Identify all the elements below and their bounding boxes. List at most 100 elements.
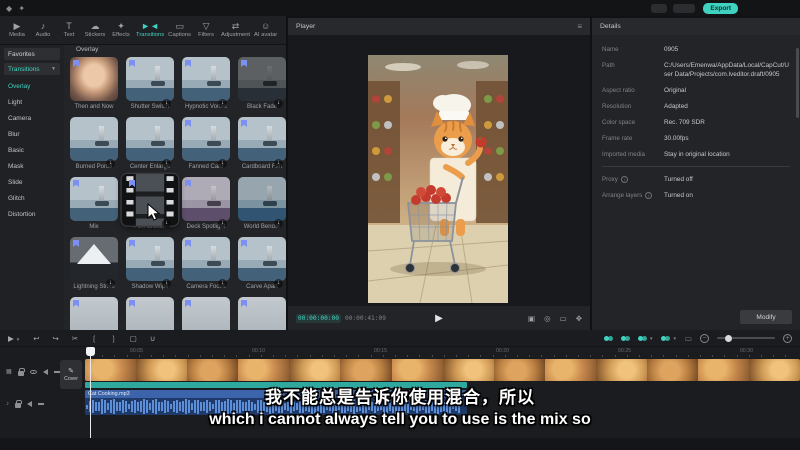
transition-card-burned-portal[interactable]: ↓Burned Portal: [70, 117, 118, 171]
sidebar-item-camera[interactable]: Camera: [0, 110, 64, 126]
lock-icon[interactable]: [15, 403, 21, 408]
transition-card-shadow-wipe[interactable]: ↓Shadow Wipe: [126, 237, 174, 291]
transition-card-black-fade[interactable]: ↓Black Fade: [238, 57, 286, 111]
sidebar-item-basic[interactable]: Basic: [0, 142, 64, 158]
transition-card-cardboard-fan[interactable]: ↓Cardboard Fan: [238, 117, 286, 171]
redo-icon[interactable]: ↪: [53, 334, 59, 343]
transition-card-world-bender[interactable]: ↓World Bender: [238, 177, 286, 231]
player-menu-icon[interactable]: ≡: [577, 22, 582, 31]
sidebar-item-overlay[interactable]: Overlay: [0, 78, 64, 94]
transition-card-camera-focus[interactable]: ↓Camera Focus: [182, 237, 230, 291]
select-tool-icon[interactable]: ▶▼: [8, 334, 20, 343]
video-preview[interactable]: [368, 55, 508, 303]
sidebar-item-distortion[interactable]: Distortion: [0, 206, 64, 222]
timeline-ruler[interactable]: 00:0500:1000:1500:2000:2500:30: [0, 347, 800, 358]
toolbar-item-captions[interactable]: ▭Captions: [166, 21, 193, 39]
zoom-in-button[interactable]: +: [783, 334, 792, 343]
toolbar-item-text[interactable]: TText: [56, 21, 82, 39]
sidebar-item-glitch[interactable]: Glitch: [0, 190, 64, 206]
ruler-tick: [358, 355, 359, 357]
transition-card-deck-spotlight[interactable]: ↓Deck Spotlight: [182, 177, 230, 231]
transition-card-lightning-strike[interactable]: ↓Lightning Strike: [70, 237, 118, 291]
toolbar-item-stickers[interactable]: ☁Stickers: [82, 21, 108, 39]
toolbar-item-filters[interactable]: ▽Filters: [193, 21, 219, 39]
fullscreen-icon[interactable]: ✥: [576, 314, 582, 323]
ruler-tick: [578, 355, 579, 357]
undo-icon[interactable]: ↩: [33, 334, 39, 343]
download-icon: ↓: [162, 99, 171, 108]
play-button[interactable]: ▶: [435, 313, 443, 324]
toolbar-item-audio[interactable]: ♪Audio: [30, 21, 56, 39]
transition-card-partial[interactable]: [126, 297, 174, 330]
transition-card-film-broken[interactable]: ↓Film Broken: [126, 177, 174, 231]
audio-clip[interactable]: Cat Cooking.mp3: [85, 390, 467, 415]
waveform-bar: [302, 400, 304, 414]
sidebar-item-blur[interactable]: Blur: [0, 126, 64, 142]
toolbar-item-label: Text: [64, 32, 75, 39]
details-scrollbar[interactable]: [796, 48, 799, 118]
trim-right-icon[interactable]: ❳: [110, 334, 116, 343]
split-icon[interactable]: ✂: [72, 334, 78, 343]
titlebar-button-icon[interactable]: [651, 4, 667, 13]
zoom-out-button[interactable]: −: [700, 334, 709, 343]
waveform-bar: [326, 403, 328, 410]
video-clip[interactable]: [85, 359, 800, 381]
track-headers: ▦♪: [0, 358, 58, 450]
mute-track-icon[interactable]: [43, 369, 48, 375]
ruler-tick: [456, 355, 457, 357]
ruler-tick: [285, 355, 286, 357]
ruler-tick: [541, 355, 542, 357]
transition-card-fanned-card[interactable]: ↓Fanned Card: [182, 117, 230, 171]
transition-card-then-and-now[interactable]: Then and Now: [70, 57, 118, 111]
sidebar-transitions-button[interactable]: Transitions ▼: [4, 63, 60, 75]
magnet-icon[interactable]: ∪: [150, 334, 156, 343]
ratio-icon[interactable]: ▭: [560, 314, 567, 323]
subtitle-clip[interactable]: [85, 382, 467, 388]
transition-card-shutter-switch[interactable]: ↓Shutter Switch: [126, 57, 174, 111]
sidebar-item-light[interactable]: Light: [0, 94, 64, 110]
playhead-handle[interactable]: [86, 347, 95, 356]
zoom-slider-knob[interactable]: [725, 335, 732, 342]
trim-left-icon[interactable]: ❲: [91, 334, 97, 343]
transition-thumbnail: [126, 117, 174, 161]
ruler-tick: [627, 355, 628, 357]
hide-track-icon[interactable]: [30, 370, 37, 375]
transition-card-partial[interactable]: [70, 297, 118, 330]
transition-card-mix[interactable]: Mix: [70, 177, 118, 231]
transition-card-partial[interactable]: [238, 297, 286, 330]
video-frame-thumbnail: [136, 359, 187, 381]
delete-icon[interactable]: ▢: [130, 334, 137, 343]
picture-in-picture-icon[interactable]: ▣: [528, 314, 535, 323]
collapse-track-icon[interactable]: [54, 371, 60, 372]
transition-card-center-enlarge[interactable]: ↓Center Enlarge: [126, 117, 174, 171]
sidebar-item-mask[interactable]: Mask: [0, 158, 64, 174]
transition-card-hypnotic-vortex[interactable]: ↓Hypnotic Vortex: [182, 57, 230, 111]
export-button[interactable]: Export: [703, 3, 738, 14]
waveform-bar: [425, 400, 427, 414]
sidebar-item-slide[interactable]: Slide: [0, 174, 64, 190]
toolbar-item-effects[interactable]: ✦Effects: [108, 21, 134, 39]
preview-axis-toggle[interactable]: ▼: [638, 336, 653, 341]
waveform-bar: [242, 402, 244, 410]
snap-toggle[interactable]: [604, 336, 613, 341]
modify-button[interactable]: Modify: [740, 310, 792, 324]
cover-button[interactable]: ✎ Cover: [60, 360, 82, 389]
lock-icon[interactable]: [18, 371, 24, 376]
toolbar-item-adjustment[interactable]: ⇄Adjustment: [219, 21, 252, 39]
titlebar-button-icon[interactable]: [673, 4, 695, 13]
link-toggle[interactable]: [621, 336, 630, 341]
toolbar-item-media[interactable]: ▶Media: [4, 21, 30, 39]
mute-track-icon[interactable]: [27, 401, 32, 407]
auto-ripple-toggle[interactable]: ▼: [661, 336, 676, 341]
timeline-zoom-slider[interactable]: [717, 337, 775, 339]
transition-card-carve-apart[interactable]: ↓Carve Apart: [238, 237, 286, 291]
record-icon[interactable]: ▭: [685, 334, 692, 343]
waveform-bar: [110, 400, 112, 413]
focus-icon[interactable]: ◎: [544, 314, 551, 323]
toolbar-item-ai-avatar[interactable]: ☺AI avatar: [252, 21, 279, 39]
collapse-track-icon[interactable]: [38, 403, 44, 404]
toolbar-item-transitions[interactable]: ►◄Transitions: [134, 21, 166, 39]
transition-card-partial[interactable]: [182, 297, 230, 330]
video-frame-thumbnail: [238, 359, 289, 381]
sidebar-favorites-button[interactable]: Favorites: [4, 48, 60, 60]
